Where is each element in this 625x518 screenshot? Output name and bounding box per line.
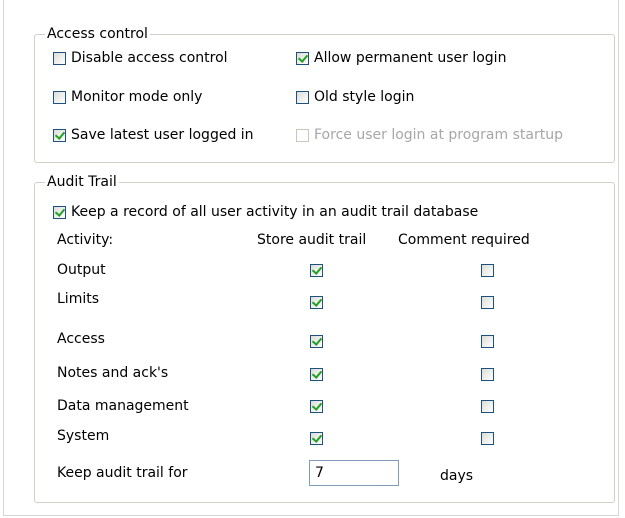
force-login-startup-checkbox[interactable]: Force user login at program startup: [296, 126, 563, 144]
data-management-store-checkbox[interactable]: [310, 400, 323, 413]
access-comment-checkbox[interactable]: [481, 335, 494, 348]
save-latest-user-checkbox[interactable]: Save latest user logged in: [53, 126, 254, 144]
activity-header: Activity:: [57, 232, 114, 248]
keep-audit-trail-label: Keep audit trail for: [57, 465, 188, 481]
access-control-legend: Access control: [45, 25, 150, 43]
audit-trail-legend: Audit Trail: [45, 173, 119, 191]
checkbox-label: Monitor mode only: [71, 89, 203, 105]
checkbox-label: Allow permanent user login: [314, 50, 507, 66]
monitor-mode-checkbox[interactable]: Monitor mode only: [53, 88, 202, 106]
limits-store-checkbox[interactable]: [310, 296, 323, 309]
notes-comment-checkbox[interactable]: [481, 368, 494, 381]
checkbox-label: Old style login: [314, 89, 415, 105]
activity-label-system: System: [57, 428, 110, 444]
disable-access-control-checkbox[interactable]: Disable access control: [53, 49, 228, 67]
data-management-comment-checkbox[interactable]: [481, 400, 494, 413]
system-comment-checkbox[interactable]: [481, 432, 494, 445]
checkbox-box[interactable]: [53, 128, 66, 142]
notes-store-checkbox[interactable]: [310, 368, 323, 381]
checkbox-box[interactable]: [296, 128, 309, 142]
comment-required-header: Comment required: [398, 232, 530, 248]
activity-label-limits: Limits: [57, 291, 99, 307]
system-store-checkbox[interactable]: [310, 432, 323, 445]
allow-permanent-login-checkbox[interactable]: Allow permanent user login: [296, 49, 506, 67]
days-unit-label: days: [440, 468, 474, 484]
checkbox-box[interactable]: [53, 90, 66, 104]
access-store-checkbox[interactable]: [310, 335, 323, 348]
checkbox-label: Disable access control: [71, 50, 228, 66]
activity-label-output: Output: [57, 262, 106, 278]
checkbox-box[interactable]: [296, 51, 309, 65]
activity-label-data-management: Data management: [57, 398, 189, 414]
activity-label-access: Access: [57, 331, 105, 347]
output-store-checkbox[interactable]: [310, 264, 323, 277]
checkbox-box[interactable]: [296, 90, 309, 104]
keep-days-input[interactable]: [309, 460, 399, 486]
output-comment-checkbox[interactable]: [481, 264, 494, 277]
old-style-login-checkbox[interactable]: Old style login: [296, 88, 414, 106]
checkbox-label: Force user login at program startup: [314, 127, 563, 143]
activity-label-notes: Notes and ack's: [57, 365, 169, 381]
checkbox-label: Keep a record of all user activity in an…: [71, 204, 479, 220]
checkbox-box[interactable]: [53, 205, 66, 219]
checkbox-label: Save latest user logged in: [71, 127, 254, 143]
checkbox-box[interactable]: [53, 51, 66, 65]
keep-record-checkbox[interactable]: Keep a record of all user activity in an…: [53, 203, 478, 221]
store-audit-trail-header: Store audit trail: [257, 232, 367, 248]
limits-comment-checkbox[interactable]: [481, 296, 494, 309]
